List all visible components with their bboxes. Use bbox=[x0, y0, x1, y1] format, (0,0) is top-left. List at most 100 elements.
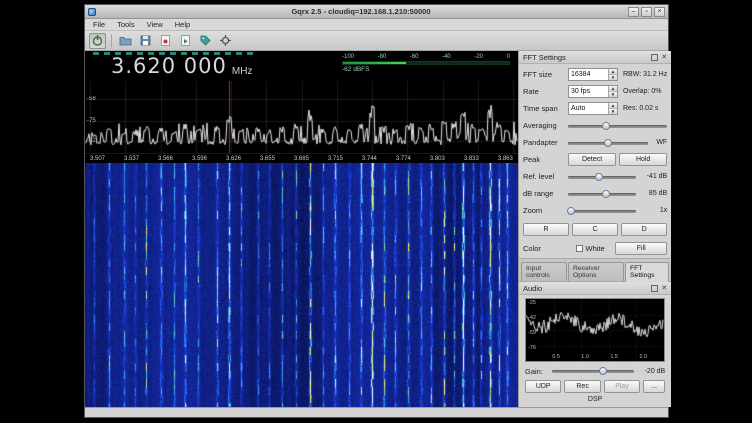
slider-handle[interactable] bbox=[604, 139, 612, 147]
minimize-button[interactable]: – bbox=[628, 7, 639, 17]
pandapter-row: Pandapter WF bbox=[523, 135, 667, 150]
fill-button[interactable]: Fill bbox=[615, 242, 667, 255]
menu-tools[interactable]: Tools bbox=[111, 19, 141, 30]
waterfall-canvas[interactable] bbox=[85, 163, 518, 407]
float-panel-icon[interactable] bbox=[651, 54, 658, 61]
averaging-slider[interactable] bbox=[568, 120, 667, 132]
more-options-button[interactable]: ... bbox=[643, 380, 665, 393]
audio-db-label: -42 bbox=[528, 315, 536, 321]
play-button[interactable]: Play bbox=[604, 380, 640, 393]
close-panel-icon[interactable]: ✕ bbox=[661, 285, 667, 292]
tab-input-controls[interactable]: Input controls bbox=[521, 262, 567, 281]
frequency-unit: MHz bbox=[232, 66, 253, 77]
zoom-demod-button[interactable]: D bbox=[621, 223, 667, 236]
close-button[interactable]: × bbox=[654, 7, 665, 17]
fft-settings-header: FFT Settings ✕ bbox=[519, 51, 671, 64]
checkbox-box[interactable] bbox=[576, 245, 583, 252]
slider-handle[interactable] bbox=[602, 190, 610, 198]
tab-receiver-options[interactable]: Receiver Options bbox=[568, 262, 624, 281]
udp-button[interactable]: UDP bbox=[525, 380, 561, 393]
rbw-info: RBW: 31.2 Hz bbox=[623, 71, 667, 78]
spin-down-icon[interactable]: ▼ bbox=[609, 92, 617, 97]
peak-row: Peak Detect Hold bbox=[523, 152, 667, 167]
meter-tick: -20 bbox=[474, 54, 483, 60]
zoom-reset-button[interactable]: R bbox=[523, 223, 569, 236]
rate-spinbox[interactable]: 30 fps ▲▼ bbox=[568, 85, 618, 98]
meter-tick: -80 bbox=[378, 54, 387, 60]
spin-arrows[interactable]: ▲▼ bbox=[608, 86, 617, 97]
gain-slider[interactable] bbox=[552, 365, 634, 377]
audio-freq-label: 1.0 bbox=[581, 354, 589, 360]
db-range-slider[interactable] bbox=[568, 188, 636, 200]
spectrum-canvas[interactable] bbox=[85, 81, 518, 153]
fft-settings-title: FFT Settings bbox=[523, 53, 648, 62]
menu-view[interactable]: View bbox=[141, 19, 169, 30]
tab-fft-settings[interactable]: FFT Settings bbox=[625, 262, 669, 282]
dock-tab-bar: Input controls Receiver Options FFT Sett… bbox=[519, 258, 671, 282]
audio-header: Audio ✕ bbox=[519, 282, 671, 295]
peak-hold-button[interactable]: Hold bbox=[619, 153, 667, 166]
save-file-button[interactable] bbox=[137, 33, 154, 49]
spin-arrows[interactable]: ▲▼ bbox=[608, 103, 617, 114]
peak-detect-button[interactable]: Detect bbox=[568, 153, 616, 166]
audio-db-label: -76 bbox=[528, 345, 536, 351]
power-button[interactable] bbox=[89, 33, 106, 49]
bookmarks-button[interactable] bbox=[197, 33, 214, 49]
pandapter-split-slider[interactable] bbox=[568, 137, 648, 149]
slider-handle[interactable] bbox=[599, 367, 607, 375]
spin-down-icon[interactable]: ▼ bbox=[609, 109, 617, 114]
zoom-center-button[interactable]: C bbox=[572, 223, 618, 236]
bookmark-tag-icon bbox=[199, 34, 212, 47]
ref-level-slider[interactable] bbox=[568, 171, 636, 183]
slider-handle[interactable] bbox=[567, 207, 575, 215]
dsp-settings-button[interactable] bbox=[217, 33, 234, 49]
dsp-status-label: DSP bbox=[525, 396, 665, 403]
floppy-save-icon bbox=[139, 34, 152, 47]
db-range-label: dB range bbox=[523, 189, 565, 198]
menu-help[interactable]: Help bbox=[169, 19, 196, 30]
slider-handle[interactable] bbox=[602, 122, 610, 130]
main-area: 3.620 000 MHz -100 -80 -60 -40 -20 0 bbox=[85, 51, 668, 407]
maximize-button[interactable]: ▫ bbox=[641, 7, 652, 17]
spectrum-plot[interactable]: -58 -75 -92 bbox=[85, 81, 518, 153]
letterbox-background: Gqrx 2.5 - cloudiq=192.168.1.210:50000 –… bbox=[0, 0, 752, 423]
close-panel-icon[interactable]: ✕ bbox=[661, 54, 667, 61]
rate-label: Rate bbox=[523, 87, 565, 96]
audio-spectrum-plot: -25 -42 -59 -76 0.5 1.0 1.5 2.0 bbox=[525, 298, 665, 362]
spin-down-icon[interactable]: ▼ bbox=[609, 75, 617, 80]
meter-fill bbox=[343, 62, 406, 64]
rcd-row: R C D bbox=[523, 222, 667, 237]
audio-freq-label: 2.0 bbox=[639, 354, 647, 360]
menubar: File Tools View Help bbox=[85, 19, 668, 31]
menu-file[interactable]: File bbox=[87, 19, 111, 30]
frequency-axis: 3.507 3.537 3.566 3.596 3.626 3.655 3.68… bbox=[85, 153, 518, 163]
time-span-spinbox[interactable]: Auto ▲▼ bbox=[568, 102, 618, 115]
slider-handle[interactable] bbox=[595, 173, 603, 181]
record-iq-button[interactable] bbox=[157, 33, 174, 49]
fft-size-label: FFT size bbox=[523, 70, 565, 79]
audio-title: Audio bbox=[523, 284, 648, 293]
audio-buttons: UDP Rec Play ... bbox=[525, 380, 665, 393]
rec-button[interactable]: Rec bbox=[564, 380, 600, 393]
rate-value: 30 fps bbox=[569, 86, 608, 97]
freq-axis-label: 3.803 bbox=[430, 156, 445, 162]
float-panel-icon[interactable] bbox=[651, 285, 658, 292]
zoom-value: 1x bbox=[639, 207, 667, 214]
waterfall-display[interactable] bbox=[85, 163, 518, 407]
fft-size-value: 16384 bbox=[569, 69, 608, 80]
freq-axis-label: 3.596 bbox=[192, 156, 207, 162]
wf-label: WF bbox=[651, 139, 667, 146]
gain-label: Gain: bbox=[525, 367, 549, 376]
fft-size-spinbox[interactable]: 16384 ▲▼ bbox=[568, 68, 618, 81]
meter-readout: -62 dBFS bbox=[342, 66, 510, 73]
play-iq-button[interactable] bbox=[177, 33, 194, 49]
spin-arrows[interactable]: ▲▼ bbox=[608, 69, 617, 80]
time-span-label: Time span bbox=[523, 104, 565, 113]
audio-canvas bbox=[526, 299, 664, 361]
spectrum-db-label: -58 bbox=[87, 96, 96, 102]
rate-row: Rate 30 fps ▲▼ Overlap: 0% bbox=[523, 84, 667, 99]
zoom-slider[interactable] bbox=[568, 205, 636, 217]
open-file-button[interactable] bbox=[117, 33, 134, 49]
frequency-value[interactable]: 3.620 000 bbox=[111, 53, 227, 79]
white-color-checkbox[interactable]: White bbox=[568, 244, 612, 253]
